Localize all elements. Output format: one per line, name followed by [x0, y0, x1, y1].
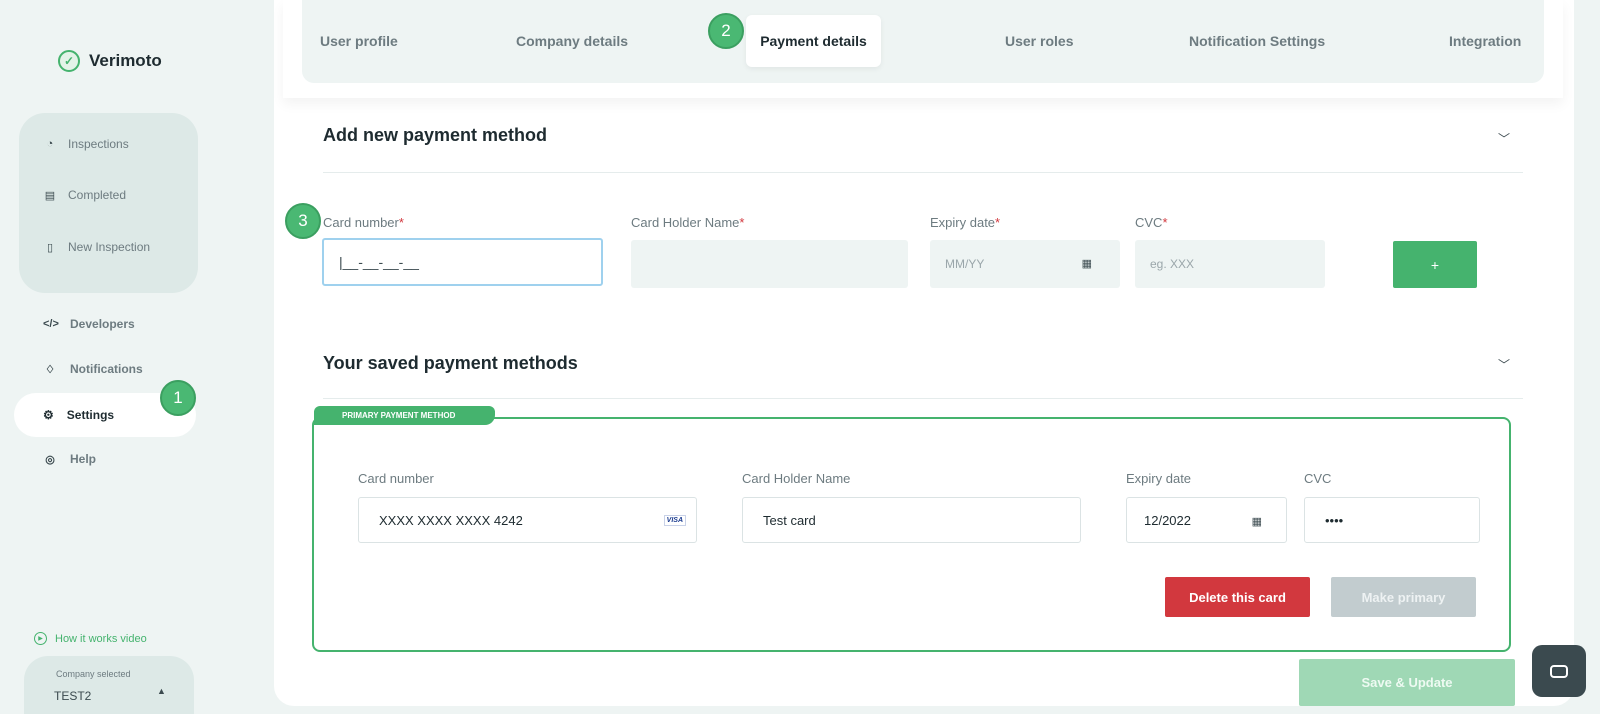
tab-notification-settings[interactable]: Notification Settings	[1189, 33, 1325, 49]
chevron-down-icon[interactable]: ﹀	[1498, 356, 1510, 373]
tab-user-profile[interactable]: User profile	[320, 33, 398, 49]
calendar-icon[interactable]: ▦	[1252, 515, 1262, 528]
saved-cvc-label: CVC	[1304, 471, 1332, 486]
help-icon: ◎	[45, 453, 55, 466]
chat-icon	[1550, 664, 1568, 678]
company-selected-value: TEST2	[54, 689, 92, 703]
add-card-button[interactable]: +	[1393, 241, 1477, 288]
expiry-date-label: Expiry date*	[930, 215, 1001, 230]
brand[interactable]: ✓ Verimoto	[58, 50, 162, 72]
gear-icon: ⚙	[43, 408, 54, 422]
saved-card-holder-field[interactable]: Test card	[742, 497, 1081, 543]
saved-card-number-label: Card number	[358, 471, 434, 486]
cvc-input[interactable]: eg. XXX	[1135, 240, 1325, 288]
step-badge-2: 2	[708, 13, 744, 49]
play-icon: ▶	[34, 632, 47, 645]
sidebar-item-label: Developers	[70, 317, 135, 331]
expiry-date-input[interactable]: MM/YY ▦	[930, 240, 1120, 288]
card-number-input[interactable]: |__-__-__-__	[322, 238, 603, 286]
saved-expiry-value: 12/2022	[1144, 512, 1191, 528]
expiry-placeholder: MM/YY	[945, 257, 985, 271]
sidebar-item-inspections[interactable]: ◔ Inspections	[45, 137, 129, 151]
how-it-works-link[interactable]: ▶ How it works video	[34, 632, 147, 645]
sidebar-item-label: Inspections	[68, 137, 129, 151]
check-logo-icon: ✓	[58, 50, 80, 72]
company-selected-label: Company selected	[56, 669, 131, 679]
sidebar-item-completed[interactable]: ▤ Completed	[45, 188, 126, 202]
settings-tabs	[302, 0, 1544, 83]
sidebar-item-label: New Inspection	[68, 240, 151, 254]
tab-company-details[interactable]: Company details	[516, 33, 628, 49]
step-badge-1: 1	[160, 380, 196, 416]
saved-card-holder-label: Card Holder Name	[742, 471, 851, 486]
tab-payment-details[interactable]: Payment details	[746, 15, 881, 67]
sidebar-item-new-inspection[interactable]: ▯ New Inspection	[45, 240, 150, 254]
primary-payment-tag: PRIMARY PAYMENT METHOD	[314, 406, 495, 425]
saved-expiry-label: Expiry date	[1126, 471, 1192, 486]
step-badge-3: 3	[285, 203, 321, 239]
card-number-label: Card number*	[323, 215, 404, 230]
sidebar-item-label: Settings	[66, 408, 115, 422]
new-inspection-icon: ▯	[46, 241, 54, 254]
saved-cvc-field[interactable]: ••••	[1304, 497, 1480, 543]
tab-user-roles[interactable]: User roles	[1005, 33, 1073, 49]
sidebar-item-help[interactable]: ◎ Help	[43, 452, 96, 466]
inspection-nav-group: ◔ Inspections ▤ Completed ▯ New Inspecti…	[19, 113, 198, 293]
card-holder-input[interactable]	[631, 240, 908, 288]
chat-button[interactable]	[1532, 645, 1586, 697]
card-holder-label: Card Holder Name*	[631, 215, 745, 230]
inspections-icon: ◔	[46, 138, 54, 150]
sidebar: ✓ Verimoto ◔ Inspections ▤ Completed ▯ N…	[0, 0, 210, 714]
sidebar-item-developers[interactable]: </> Developers	[43, 317, 135, 331]
section-divider	[323, 398, 1523, 399]
chevron-down-icon[interactable]: ﹀	[1498, 130, 1510, 147]
how-it-works-label: How it works video	[55, 632, 147, 645]
saved-expiry-field[interactable]: 12/2022 ▦	[1126, 497, 1287, 543]
completed-icon: ▤	[44, 189, 56, 202]
code-icon: </>	[43, 318, 59, 330]
tab-integration[interactable]: Integration	[1449, 33, 1521, 49]
sidebar-item-label: Help	[70, 452, 97, 466]
sidebar-item-label: Notifications	[70, 362, 143, 376]
saved-card-number-value: XXXX XXXX XXXX 4242	[379, 512, 523, 528]
brand-name: Verimoto	[89, 51, 162, 70]
cvc-label: CVC*	[1135, 215, 1168, 230]
saved-payment-methods-title: Your saved payment methods	[323, 353, 578, 373]
delete-card-button[interactable]: Delete this card	[1165, 577, 1310, 617]
saved-card-number-field[interactable]: XXXX XXXX XXXX 4242 VISA	[358, 497, 697, 543]
make-primary-button[interactable]: Make primary	[1331, 577, 1476, 617]
sidebar-item-notifications[interactable]: ♢ Notifications	[43, 362, 143, 376]
sidebar-item-label: Completed	[68, 188, 127, 202]
visa-card-icon: VISA	[663, 515, 686, 526]
save-update-button[interactable]: Save & Update	[1299, 659, 1515, 706]
company-selector[interactable]: Company selected TEST2 ▲	[24, 656, 194, 714]
calendar-icon[interactable]: ▦	[1082, 257, 1092, 270]
bell-icon: ♢	[45, 363, 55, 376]
add-payment-method-title: Add new payment method	[323, 125, 548, 145]
section-divider	[323, 172, 1523, 173]
caret-up-icon: ▲	[157, 686, 166, 696]
